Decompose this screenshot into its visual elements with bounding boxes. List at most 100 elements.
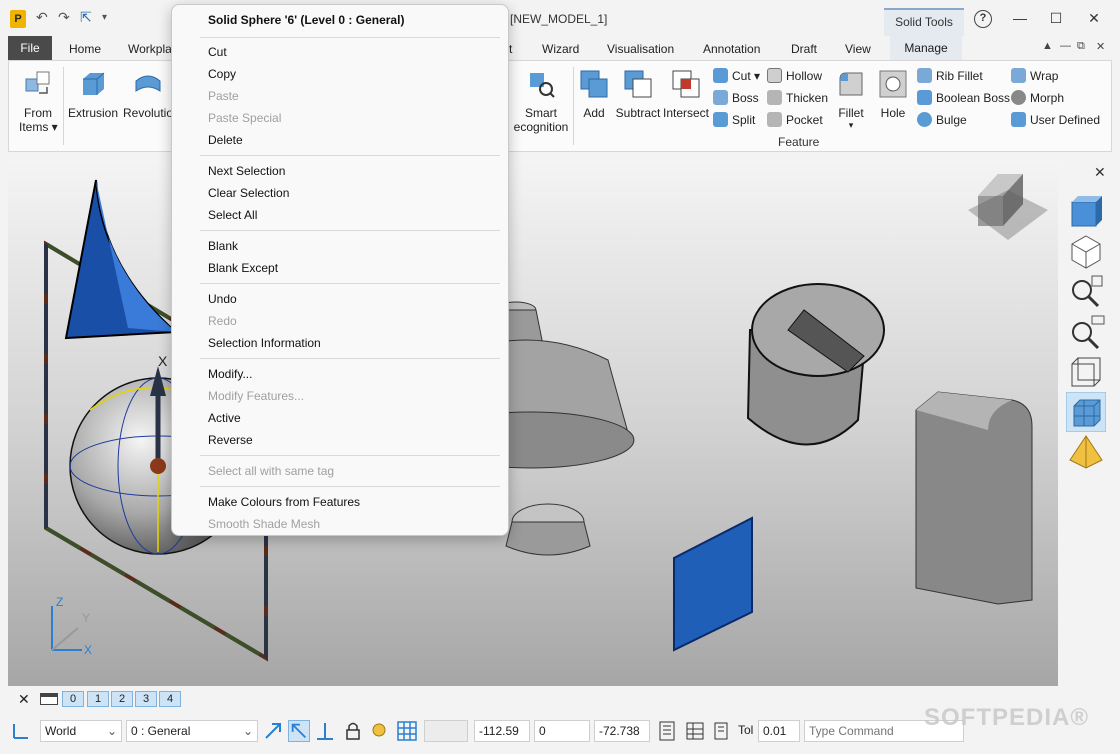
layer-button-2[interactable]: 2 [111, 691, 133, 707]
wrap-button[interactable]: Wrap [1011, 67, 1058, 85]
close-button[interactable]: ✕ [1078, 6, 1110, 30]
quick-access-dropdown-icon[interactable]: ▾ [102, 12, 107, 23]
redo-icon[interactable]: ↷ [58, 9, 70, 26]
menu-separator [200, 37, 500, 38]
wrap-icon [1011, 68, 1026, 83]
hole-button[interactable]: Hole [875, 69, 911, 120]
minimize-button[interactable]: — [1004, 6, 1036, 30]
3d-viewport[interactable]: X Z X Y [8, 160, 1058, 686]
menu-item-copy[interactable]: Copy [208, 67, 236, 81]
tab-wizard[interactable]: Wizard [542, 38, 579, 60]
x-coordinate-field[interactable]: -112.59 [474, 720, 530, 742]
doc-close-icon[interactable]: ✕ [1096, 40, 1105, 53]
smart-recognition-button[interactable]: Smart ecognition [511, 69, 571, 134]
menu-item-selection-information[interactable]: Selection Information [208, 336, 321, 350]
tab-visualisation[interactable]: Visualisation [607, 38, 674, 60]
ribbon-tab-bar: File Home Workpla t Wizard Visualisation… [0, 36, 1120, 60]
menu-item-delete[interactable]: Delete [208, 133, 243, 147]
menu-item-select-all[interactable]: Select All [208, 208, 257, 222]
menu-item-reverse[interactable]: Reverse [208, 433, 253, 447]
wireframe-view-icon[interactable] [1066, 352, 1106, 392]
revolution-button[interactable]: Revolutio [121, 69, 175, 120]
select-cursor-icon[interactable]: ⇱ [80, 9, 92, 26]
axis-triad-icon: Z X Y [51, 595, 92, 657]
menu-item-blank-except[interactable]: Blank Except [208, 261, 278, 275]
layer-button-3[interactable]: 3 [135, 691, 157, 707]
help-icon[interactable]: ? [974, 10, 992, 28]
grid-spacing-field[interactable] [424, 720, 468, 742]
menu-item-blank[interactable]: Blank [208, 239, 238, 253]
layer-button-4[interactable]: 4 [159, 691, 181, 707]
contextual-tab-solid-tools[interactable]: Solid Tools [884, 8, 964, 36]
tab-view[interactable]: View [845, 38, 871, 60]
iso-view-icon[interactable] [1066, 232, 1106, 272]
table-icon[interactable] [684, 720, 706, 742]
zoom-window-icon[interactable] [1066, 312, 1106, 352]
fillet-dropdown-icon[interactable]: ▾ [833, 120, 869, 131]
pocket-button[interactable]: Pocket [767, 111, 823, 129]
view-toolbar-close-icon[interactable]: ✕ [1094, 164, 1106, 181]
maximize-button[interactable]: ☐ [1040, 6, 1072, 30]
bulge-button[interactable]: Bulge [917, 111, 967, 129]
tab-draft[interactable]: Draft [791, 38, 817, 60]
workplane-select[interactable]: World ⌄ [40, 720, 122, 742]
tab-file[interactable]: File [8, 36, 52, 60]
add-button[interactable]: Add [577, 69, 611, 120]
boolean-boss-button[interactable]: Boolean Boss [917, 89, 1010, 107]
transparent-view-icon[interactable] [1066, 392, 1106, 432]
extrusion-button[interactable]: Extrusion [67, 69, 119, 120]
axis-y-label: Y [82, 611, 90, 625]
tolerance-field[interactable]: 0.01 [758, 720, 800, 742]
boss-button[interactable]: Boss [713, 89, 759, 107]
layer-button-0[interactable]: 0 [62, 691, 84, 707]
menu-item-cut[interactable]: Cut [208, 45, 227, 59]
split-button[interactable]: Split [713, 111, 755, 129]
intersect-button[interactable]: Intersect [663, 69, 709, 120]
tab-workplane[interactable]: Workpla [128, 38, 172, 60]
user-defined-button[interactable]: User Defined [1011, 111, 1100, 129]
cut-button[interactable]: Cut ▾ [713, 67, 760, 85]
menu-item-active[interactable]: Active [208, 411, 241, 425]
lock-icon[interactable] [342, 720, 364, 742]
layers-icon[interactable] [40, 693, 58, 705]
menu-item-undo[interactable]: Undo [208, 292, 237, 306]
units-icon[interactable] [710, 720, 732, 742]
grid-icon[interactable] [396, 720, 418, 742]
zoom-fit-icon[interactable] [1066, 272, 1106, 312]
tab-manage[interactable]: Manage [890, 36, 962, 60]
thicken-button[interactable]: Thicken [767, 89, 828, 107]
tab-home[interactable]: Home [69, 38, 101, 60]
menu-item-make-colours[interactable]: Make Colours from Features [208, 495, 360, 509]
axis-lock-icon[interactable] [314, 720, 336, 742]
light-icon[interactable] [368, 720, 390, 742]
hollow-button[interactable]: Hollow [767, 67, 822, 85]
from-items-button[interactable]: From Items ▾ [19, 69, 58, 134]
tab-partial[interactable]: t [509, 38, 512, 60]
shaded-view-icon[interactable] [1066, 192, 1106, 232]
y-coordinate-field[interactable]: 0 [534, 720, 590, 742]
layer-bar-close-icon[interactable]: ✕ [18, 691, 30, 708]
hollow-cylinder [746, 283, 885, 446]
menu-item-next-selection[interactable]: Next Selection [208, 164, 285, 178]
menu-item-modify[interactable]: Modify... [208, 367, 252, 381]
undo-icon[interactable]: ↶ [36, 9, 48, 26]
snap-icon[interactable] [262, 720, 284, 742]
ribbon-collapse-icon[interactable]: ▲ [1042, 40, 1053, 52]
fillet-button[interactable]: Fillet ▾ [833, 69, 869, 131]
calculator-icon[interactable] [656, 720, 678, 742]
from-items-icon [25, 71, 50, 94]
layer-button-1[interactable]: 1 [87, 691, 109, 707]
rib-fillet-button[interactable]: Rib Fillet [917, 67, 983, 85]
subtract-button[interactable]: Subtract [615, 69, 661, 120]
pyramid-view-icon[interactable] [1066, 432, 1106, 472]
tab-annotation[interactable]: Annotation [703, 38, 760, 60]
cut-icon [713, 68, 728, 83]
level-select[interactable]: 0 : General ⌄ [126, 720, 258, 742]
cursor-snap-icon[interactable] [288, 720, 310, 742]
morph-button[interactable]: Morph [1011, 89, 1064, 107]
doc-restore-icon[interactable]: ⧉ [1077, 40, 1085, 53]
doc-minimize-icon[interactable]: — [1060, 40, 1071, 52]
smart-recognition-icon [530, 73, 555, 98]
menu-item-clear-selection[interactable]: Clear Selection [208, 186, 289, 200]
z-coordinate-field[interactable]: -72.738 [594, 720, 650, 742]
